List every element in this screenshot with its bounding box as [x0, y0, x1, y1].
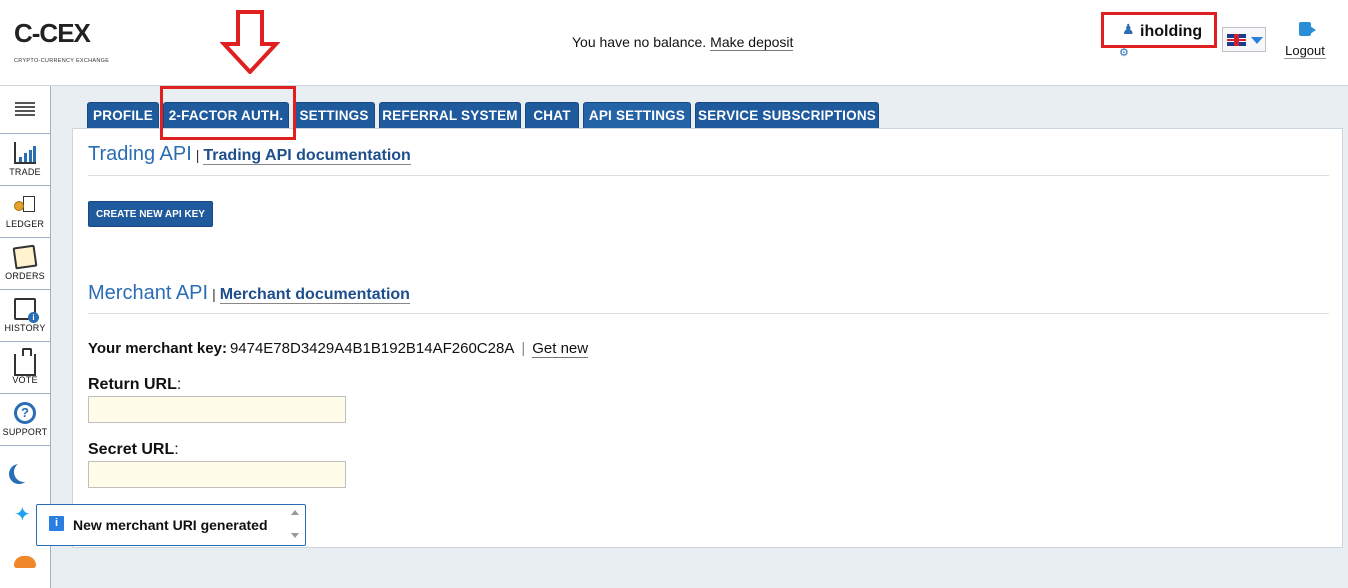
- balance-info: You have no balance. Make deposit: [572, 34, 794, 51]
- api-settings-panel: Trading API | Trading API documentation CR…: [72, 128, 1343, 548]
- secret-url-label-text: Secret URL: [88, 441, 175, 458]
- uk-flag-icon: [1227, 34, 1246, 46]
- logout-icon: [1299, 22, 1316, 36]
- ledger-icon: [14, 194, 36, 216]
- merchant-doc-link[interactable]: Merchant documentation: [219, 286, 410, 304]
- moon-icon[interactable]: [14, 462, 34, 482]
- vote-icon: [14, 348, 36, 376]
- create-api-key-button[interactable]: CREATE NEW API KEY: [88, 201, 213, 227]
- return-url-label-text: Return URL: [88, 376, 177, 393]
- user-icon: ♟: [1122, 21, 1135, 37]
- language-selector[interactable]: [1222, 27, 1266, 52]
- return-url-input[interactable]: [88, 396, 346, 423]
- trade-chart-icon: [14, 142, 36, 164]
- sidebar-item-label: VOTE: [12, 375, 38, 385]
- trading-api-title: Trading API: [88, 143, 192, 165]
- history-icon: [14, 298, 39, 323]
- sidebar-item-label: TRADE: [9, 167, 41, 177]
- heading-separator: |: [195, 147, 200, 163]
- support-icon: [14, 402, 36, 424]
- logout-label: Logout: [1284, 43, 1326, 59]
- key-separator: |: [521, 340, 526, 357]
- label-colon: :: [176, 376, 182, 393]
- logout-button[interactable]: Logout: [1284, 22, 1326, 60]
- chevron-down-icon: [1251, 37, 1263, 44]
- arrow-down-icon: [220, 10, 280, 74]
- sidebar-item-label: HISTORY: [4, 323, 46, 333]
- merchant-key-label: Your merchant key:: [88, 340, 227, 357]
- trading-api-heading: Trading API | Trading API documentation: [88, 143, 411, 166]
- cloud-icon[interactable]: [14, 556, 36, 568]
- merchant-key-value: 9474E78D3429A4B1B192B14AF260C28A: [229, 340, 515, 357]
- scroll-down-icon[interactable]: [291, 533, 299, 538]
- label-colon: :: [174, 441, 179, 458]
- gear-icon[interactable]: ⚙: [1119, 46, 1129, 59]
- orders-icon: [12, 244, 38, 270]
- secret-url-label: Secret URL:: [88, 441, 179, 459]
- merchant-api-title: Merchant API: [88, 282, 209, 304]
- tab-profile[interactable]: PROFILE: [87, 102, 159, 128]
- sidebar-item-support[interactable]: SUPPORT: [0, 395, 50, 446]
- tab-api-settings[interactable]: API SETTINGS: [583, 102, 691, 128]
- sidebar-item-label: SUPPORT: [2, 427, 48, 437]
- get-new-key-link[interactable]: Get new: [532, 340, 589, 358]
- info-icon: i: [49, 516, 64, 531]
- user-menu[interactable]: ♟ iholding: [1101, 12, 1217, 48]
- tab-settings[interactable]: SETTINGS: [293, 102, 375, 128]
- logo[interactable]: C-CEX CRYPTO-CURRENCY EXCHANGE: [14, 18, 109, 66]
- sidebar-item-history[interactable]: HISTORY: [0, 291, 50, 342]
- top-header: C-CEX CRYPTO-CURRENCY EXCHANGE You have …: [0, 0, 1348, 86]
- tab-referral-system[interactable]: REFERRAL SYSTEM: [379, 102, 521, 128]
- twitter-icon[interactable]: ✦: [14, 505, 36, 525]
- sidebar-item-label: LEDGER: [5, 219, 45, 229]
- merchant-api-heading: Merchant API | Merchant documentation: [88, 282, 410, 305]
- sidebar-item-ledger[interactable]: LEDGER: [0, 187, 50, 238]
- toast-message: New merchant URI generated: [73, 517, 268, 533]
- tab-service-subscriptions[interactable]: SERVICE SUBSCRIPTIONS: [695, 102, 879, 128]
- notification-toast[interactable]: i New merchant URI generated: [36, 504, 306, 546]
- sidebar-item-orders[interactable]: ORDERS: [0, 239, 50, 290]
- heading-separator: |: [212, 286, 216, 302]
- secret-url-input[interactable]: [88, 461, 346, 488]
- highlight-box: [160, 86, 296, 140]
- sidebar-item-trade[interactable]: TRADE: [0, 135, 50, 186]
- divider: [88, 175, 1329, 176]
- logo-mark: C-CEX: [14, 18, 91, 48]
- tab-chat[interactable]: CHAT: [525, 102, 579, 128]
- hamburger-menu-icon[interactable]: [0, 86, 50, 134]
- logo-subtitle: CRYPTO-CURRENCY EXCHANGE: [14, 58, 110, 64]
- trading-api-doc-link[interactable]: Trading API documentation: [203, 147, 411, 165]
- merchant-key-row: Your merchant key: 9474E78D3429A4B1B192B1…: [88, 340, 589, 358]
- return-url-label: Return URL:: [88, 376, 181, 394]
- scroll-up-icon[interactable]: [291, 510, 299, 515]
- balance-text: You have no balance.: [572, 34, 707, 50]
- sidebar-item-label: ORDERS: [5, 271, 45, 281]
- sidebar-item-vote[interactable]: VOTE: [0, 343, 50, 394]
- make-deposit-link[interactable]: Make deposit: [710, 34, 794, 51]
- username[interactable]: iholding: [1140, 23, 1202, 41]
- divider: [88, 313, 1329, 314]
